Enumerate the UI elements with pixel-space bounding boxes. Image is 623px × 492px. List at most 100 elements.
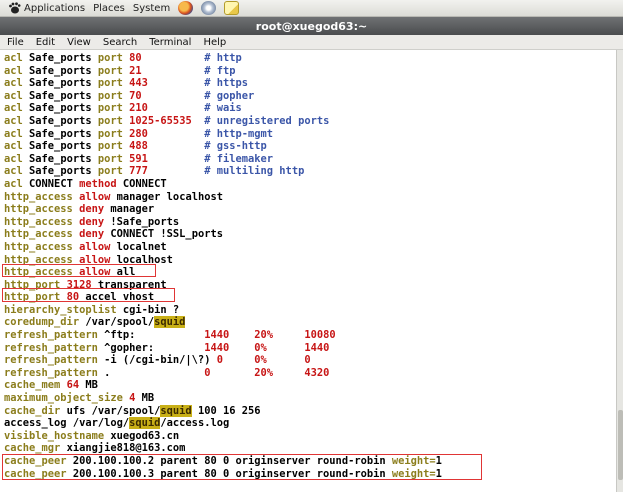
scrollbar-thumb[interactable] xyxy=(618,410,623,480)
menu-search[interactable]: Search xyxy=(97,37,143,48)
terminal-token: coredump_dir xyxy=(4,316,80,329)
terminal-token: 100 16 256 xyxy=(191,404,261,417)
terminal-token: Safe_ports xyxy=(22,152,98,165)
terminal-token: CONNECT xyxy=(116,177,167,190)
terminal-token: 10080 xyxy=(304,329,336,342)
firefox-launcher-icon[interactable] xyxy=(178,1,194,15)
terminal-token: acl xyxy=(4,64,23,77)
terminal-token: manager xyxy=(104,203,155,216)
terminal-token: port xyxy=(97,52,123,64)
terminal-token: # gss-http xyxy=(204,140,267,153)
terminal-titlebar[interactable]: root@xuegod63:~ xyxy=(0,17,623,35)
terminal-token: 1025-65535 xyxy=(122,114,192,127)
terminal-token: refresh_pattern xyxy=(4,366,98,379)
terminal-token: 4 xyxy=(122,392,136,405)
notes-launcher-icon[interactable] xyxy=(224,1,240,15)
terminal-line: access_log /var/log/squid/access.log xyxy=(4,417,442,430)
terminal-token: 1440 xyxy=(204,341,230,354)
terminal-token: refresh_pattern xyxy=(4,341,98,354)
terminal-line: acl CONNECT method CONNECT xyxy=(4,178,442,191)
terminal-line: cache_mem 64 MB xyxy=(4,379,442,392)
terminal-token: Safe_ports xyxy=(22,127,98,140)
terminal-scrollbar[interactable] xyxy=(616,50,623,492)
places-menu[interactable]: Places xyxy=(89,0,129,17)
gnome-foot-icon xyxy=(8,2,21,14)
terminal-line: acl Safe_ports port 777 # multiling http xyxy=(4,165,442,178)
terminal-token: deny xyxy=(72,228,105,241)
terminal-token: deny xyxy=(72,203,105,216)
terminal-token: 1440 xyxy=(204,329,230,342)
terminal-token: http_access xyxy=(4,215,73,228)
places-label: Places xyxy=(93,2,125,14)
applications-menu[interactable]: Applications xyxy=(0,0,89,17)
terminal-token: http_access xyxy=(4,190,73,203)
terminal-token: xuegod63.cn xyxy=(104,429,180,442)
menu-edit[interactable]: Edit xyxy=(30,37,61,48)
terminal-line: refresh_pattern ^gopher: 1440 0% 1440 xyxy=(4,342,442,355)
terminal-token: 0 xyxy=(304,354,311,367)
terminal-token: 280 xyxy=(122,127,148,140)
terminal-token: acl xyxy=(4,89,23,102)
terminal-line: hierarchy_stoplist cgi-bin ? xyxy=(4,304,442,317)
terminal-output[interactable]: acl Safe_ports port 80 # http acl Safe_po… xyxy=(0,50,616,492)
terminal-token: port xyxy=(97,89,123,102)
terminal-token: MB xyxy=(79,379,98,392)
evolution-launcher-icon[interactable] xyxy=(201,1,217,15)
terminal-token: port xyxy=(97,64,123,77)
terminal-token: Safe_ports xyxy=(22,165,98,178)
terminal-token: 488 xyxy=(122,140,148,153)
terminal-token: 210 xyxy=(122,102,148,115)
terminal-line: acl Safe_ports port 280 # http-mgmt xyxy=(4,128,442,141)
terminal-token: port xyxy=(97,165,123,178)
applications-label: Applications xyxy=(24,2,86,14)
terminal-token: # http-mgmt xyxy=(204,127,274,140)
terminal-token: xiangjie818@163.com xyxy=(60,442,186,455)
menu-help[interactable]: Help xyxy=(197,37,232,48)
terminal-token: # filemaker xyxy=(204,152,274,165)
terminal-token: acl xyxy=(4,165,23,178)
menu-terminal[interactable]: Terminal xyxy=(143,37,197,48)
terminal-token: 21 xyxy=(122,64,142,77)
terminal-line: acl Safe_ports port 210 # wais xyxy=(4,102,442,115)
terminal-token: CONNECT xyxy=(22,177,80,190)
terminal-line: http_access deny CONNECT !SSL_ports xyxy=(4,228,442,241)
top-panel: Applications Places System xyxy=(0,0,623,17)
terminal-token: cache_dir xyxy=(4,404,61,417)
terminal-token: # gopher xyxy=(204,89,255,102)
terminal-line: acl Safe_ports port 1025-65535 # unregis… xyxy=(4,115,442,128)
terminal-token: /access.log xyxy=(160,417,230,430)
terminal-token: access_log /var/log/ xyxy=(4,417,130,430)
terminal-token: http_access xyxy=(4,240,73,253)
terminal-token: squid xyxy=(160,404,192,417)
terminal-token: cache_mgr xyxy=(4,442,61,455)
terminal-token: 777 xyxy=(122,165,148,178)
terminal-token: 64 xyxy=(60,379,80,392)
terminal-token: cache_mem xyxy=(4,379,61,392)
terminal-token: 0% xyxy=(254,354,267,367)
terminal-line: http_access allow localnet xyxy=(4,241,442,254)
terminal-token: manager localhost xyxy=(110,190,223,203)
menu-view[interactable]: View xyxy=(61,37,97,48)
menu-file[interactable]: File xyxy=(0,37,30,48)
terminal-line: refresh_pattern ^ftp: 1440 20% 10080 xyxy=(4,329,442,342)
terminal-line: http_access deny manager xyxy=(4,203,442,216)
terminal-token: deny xyxy=(72,215,105,228)
terminal-token: Safe_ports xyxy=(22,77,98,90)
system-menu[interactable]: System xyxy=(129,0,174,17)
terminal-token: allow xyxy=(72,240,111,253)
terminal-token: ^ftp: xyxy=(97,329,205,342)
terminal-token: acl xyxy=(4,114,23,127)
terminal-token: localnet xyxy=(110,240,167,253)
terminal-token: 591 xyxy=(122,152,148,165)
terminal-token: Safe_ports xyxy=(22,89,98,102)
terminal-token: !Safe_ports xyxy=(104,215,180,228)
